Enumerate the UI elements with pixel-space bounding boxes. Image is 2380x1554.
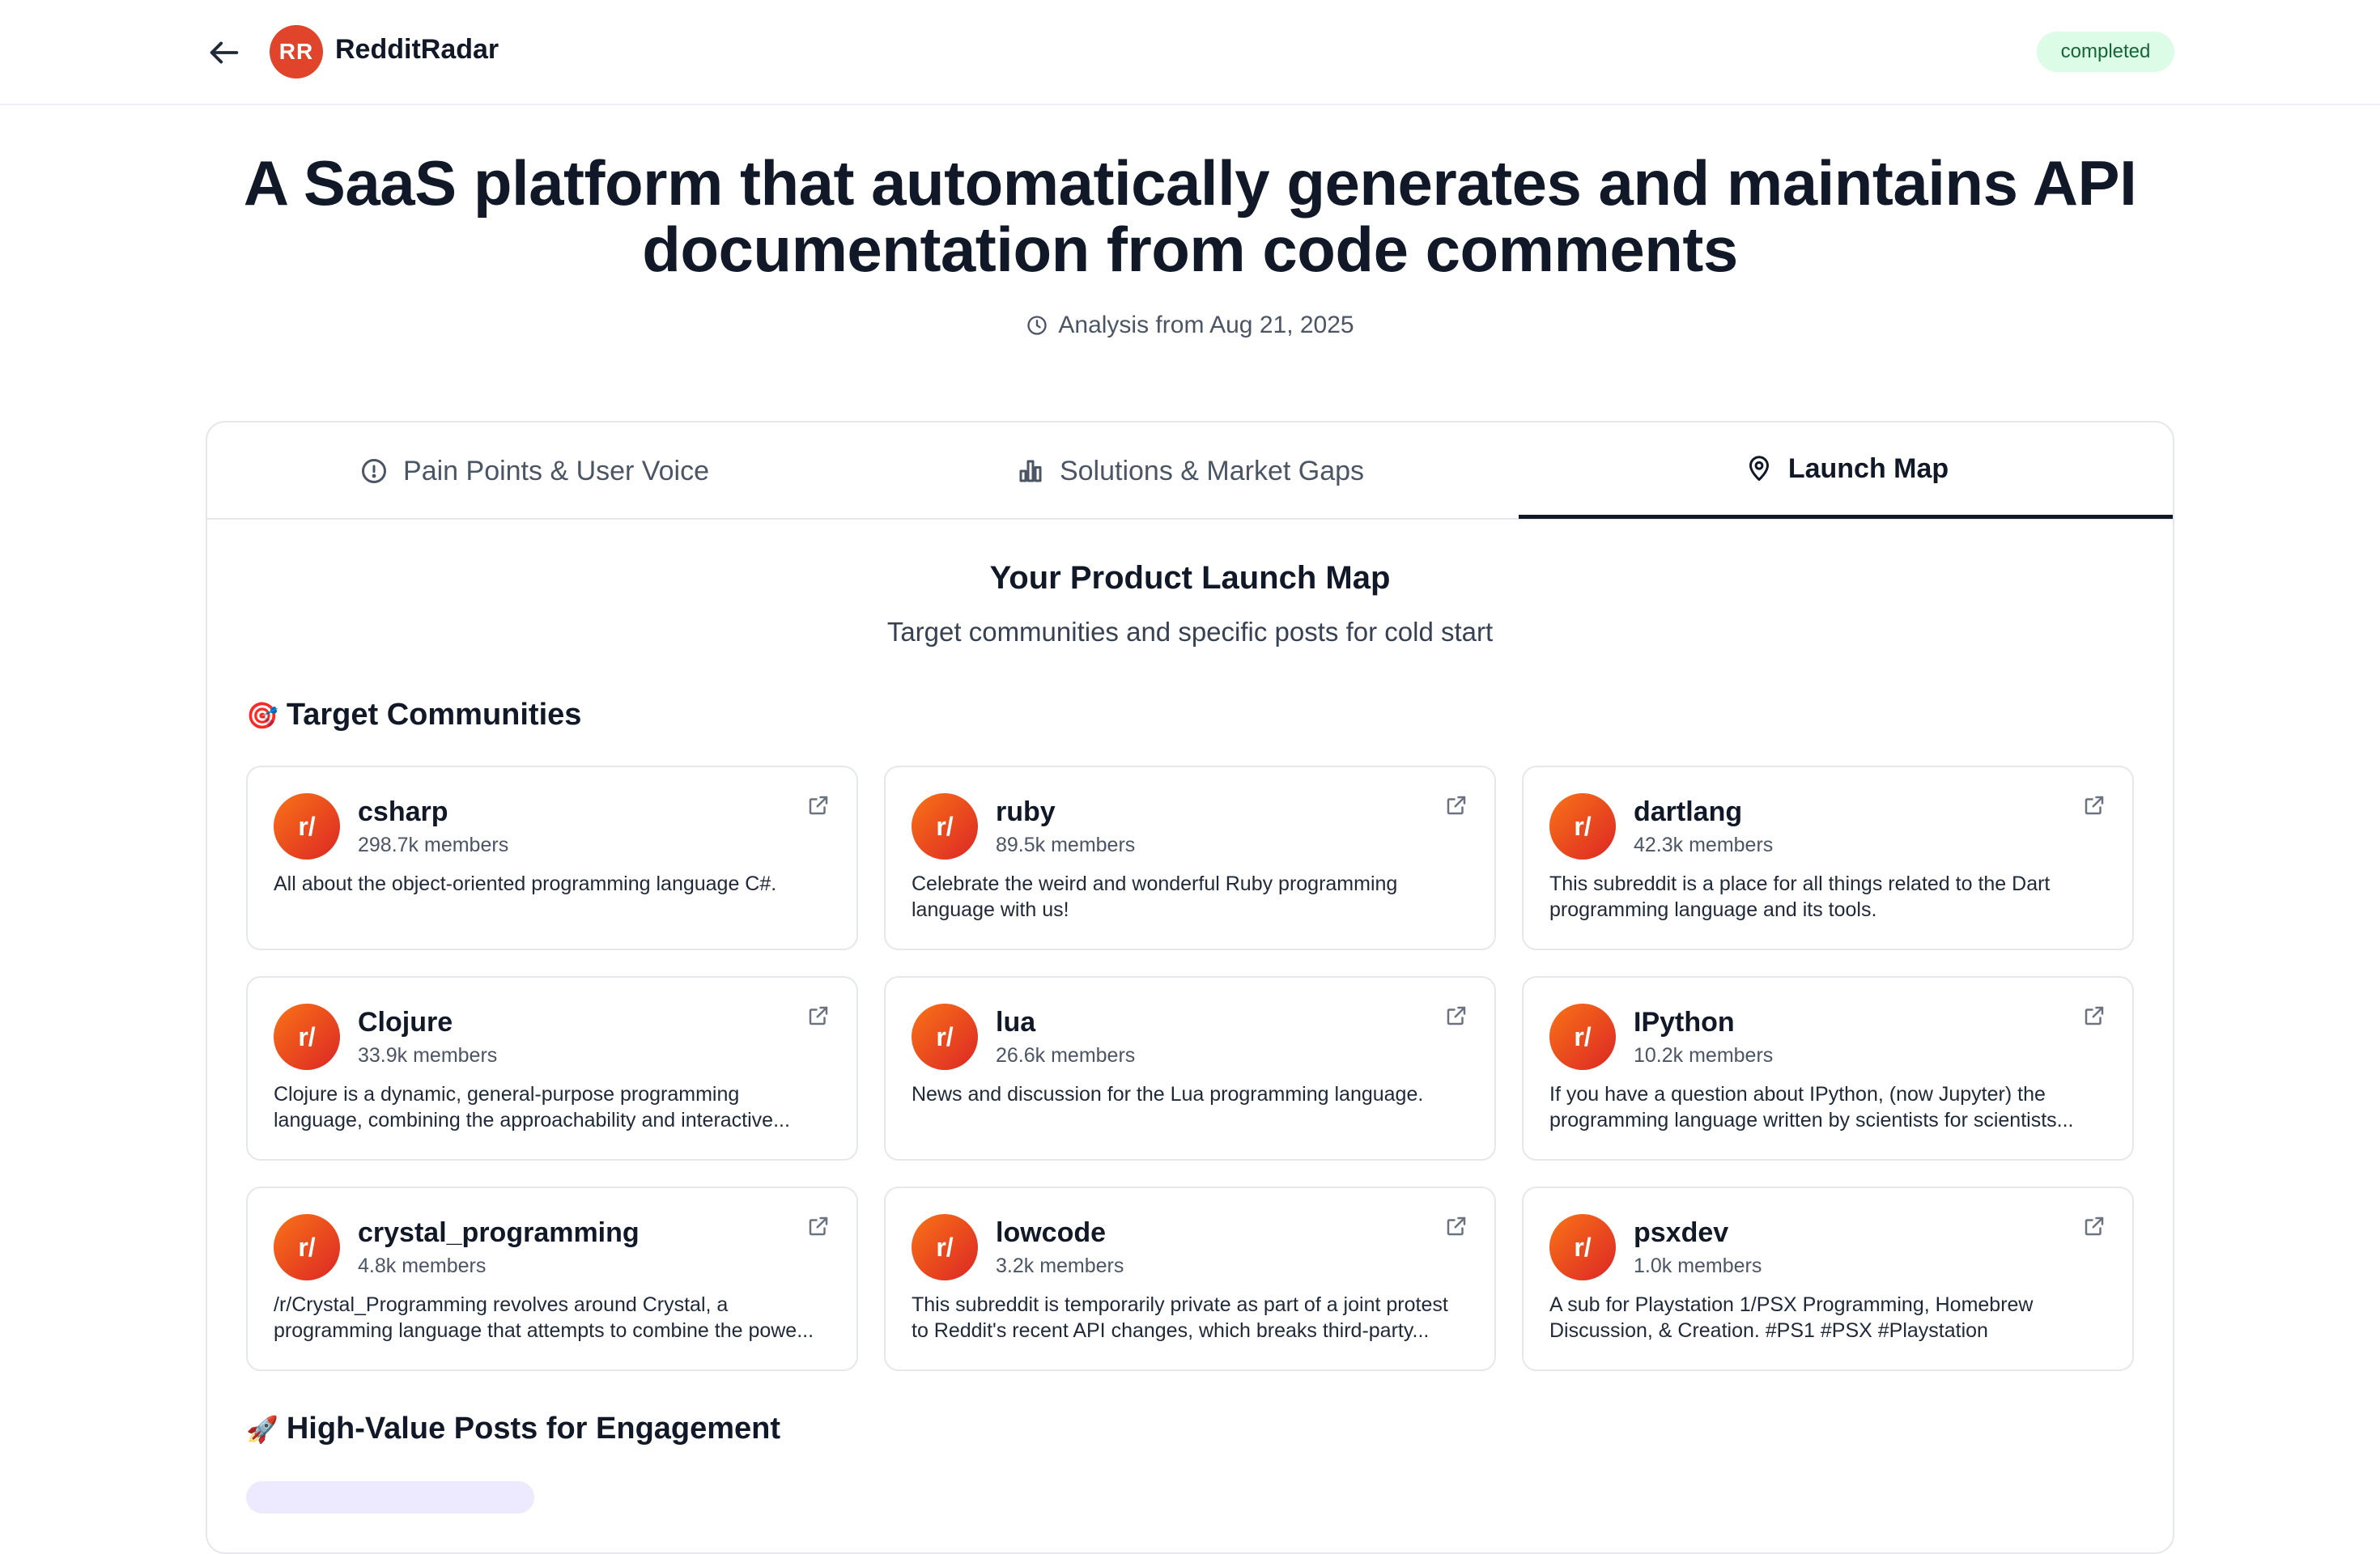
community-description: This subreddit is a place for all things… <box>1549 873 2051 921</box>
community-card[interactable]: r/ Clojure 33.9k members Clojure is a dy… <box>246 976 858 1161</box>
analysis-date-text: Analysis from Aug 21, 2025 <box>1058 312 1354 338</box>
community-name: lua <box>996 1007 1036 1038</box>
brand-logo: RR <box>270 25 323 79</box>
community-avatar: r/ <box>274 1004 340 1070</box>
community-members: 4.8k members <box>358 1255 487 1277</box>
alert-circle-icon <box>362 459 387 483</box>
community-avatar: r/ <box>1549 1214 1616 1280</box>
launch-map-subtitle: Target communities and specific posts fo… <box>886 617 1494 647</box>
community-name: crystal_programming <box>358 1217 640 1248</box>
tab-label: Launch Map <box>1787 452 1949 484</box>
top-bar: RR RedditRadar completed <box>0 0 2380 105</box>
community-avatar: r/ <box>912 793 978 860</box>
community-description: A sub for Playstation 1/PSX Programming,… <box>1549 1293 2034 1342</box>
tab-label: Solutions & Market Gaps <box>1059 455 1365 486</box>
community-name: psxdev <box>1634 1217 1729 1248</box>
community-description: /r/Crystal_Programming revolves around C… <box>274 1293 814 1342</box>
status-badge: completed <box>2037 32 2174 72</box>
community-description: Celebrate the weird and wonderful Ruby p… <box>912 873 1398 921</box>
launch-map-title: Your Product Launch Map <box>989 560 1391 596</box>
tab-solutions[interactable]: Solutions & Market Gaps <box>861 422 1519 520</box>
tab-pain-points[interactable]: Pain Points & User Voice <box>207 422 861 520</box>
community-card[interactable]: r/ csharp 298.7k members All about the o… <box>246 766 858 950</box>
post-filter-pill[interactable] <box>246 1481 534 1514</box>
community-members: 1.0k members <box>1634 1255 1762 1277</box>
community-card[interactable]: r/ psxdev 1.0k members A sub for Playsta… <box>1522 1187 2134 1371</box>
external-link-icon[interactable] <box>1444 793 1468 817</box>
map-pin-icon <box>1749 456 1769 481</box>
external-link-icon[interactable] <box>806 1004 831 1028</box>
community-avatar: r/ <box>912 1214 978 1280</box>
tab-bar: Pain Points & User Voice Solutions & Mar… <box>207 422 2173 520</box>
community-name: dartlang <box>1634 796 1743 827</box>
community-avatar: r/ <box>912 1004 978 1070</box>
community-avatar: r/ <box>274 793 340 860</box>
target-communities-heading: 🎯 Target Communities <box>246 698 581 732</box>
external-link-icon[interactable] <box>2082 793 2106 817</box>
community-name: lowcode <box>996 1217 1107 1248</box>
high-value-posts-heading: 🚀 High-Value Posts for Engagement <box>246 1412 780 1446</box>
community-card[interactable]: r/ ruby 89.5k members Celebrate the weir… <box>884 766 1496 950</box>
community-description: Clojure is a dynamic, general-purpose pr… <box>274 1083 790 1132</box>
analysis-date: Analysis from Aug 21, 2025 <box>0 312 2380 339</box>
community-name: IPython <box>1634 1007 1735 1038</box>
page-title: A SaaS platform that automatically gener… <box>243 147 2137 285</box>
rocket-icon: 🚀 <box>246 1414 278 1444</box>
clock-icon <box>1027 316 1048 335</box>
analysis-panel: Pain Points & User Voice Solutions & Mar… <box>206 421 2174 1554</box>
community-members: 10.2k members <box>1634 1044 1774 1067</box>
high-value-posts-title: High-Value Posts for Engagement <box>286 1412 781 1446</box>
external-link-icon[interactable] <box>1444 1214 1468 1238</box>
brand-name: RedditRadar <box>335 34 499 65</box>
community-members: 33.9k members <box>358 1044 498 1067</box>
community-description: This subreddit is temporarily private as… <box>912 1293 1448 1342</box>
external-link-icon[interactable] <box>806 1214 831 1238</box>
community-card[interactable]: r/ lua 26.6k members News and discussion… <box>884 976 1496 1161</box>
community-members: 42.3k members <box>1634 834 1774 856</box>
community-members: 3.2k members <box>996 1255 1124 1277</box>
community-description: If you have a question about IPython, (n… <box>1549 1083 2074 1132</box>
community-name: ruby <box>996 796 1056 827</box>
community-description: News and discussion for the Lua programm… <box>912 1083 1424 1106</box>
bar-chart-icon <box>1019 460 1042 482</box>
community-avatar: r/ <box>274 1214 340 1280</box>
tab-launch-map[interactable]: Launch Map <box>1519 422 2173 519</box>
external-link-icon[interactable] <box>806 793 831 817</box>
community-name: Clojure <box>358 1007 453 1038</box>
community-members: 298.7k members <box>358 834 509 856</box>
community-card[interactable]: r/ lowcode 3.2k members This subreddit i… <box>884 1187 1496 1371</box>
back-button[interactable] <box>204 32 244 73</box>
community-name: csharp <box>358 796 448 827</box>
community-card[interactable]: r/ crystal_programming 4.8k members /r/C… <box>246 1187 858 1371</box>
community-description: All about the object-oriented programmin… <box>274 873 777 895</box>
community-avatar: r/ <box>1549 1004 1616 1070</box>
target-icon: 🎯 <box>246 700 278 730</box>
community-members: 89.5k members <box>996 834 1136 856</box>
community-card[interactable]: r/ IPython 10.2k members If you have a q… <box>1522 976 2134 1161</box>
external-link-icon[interactable] <box>2082 1004 2106 1028</box>
community-avatar: r/ <box>1549 793 1616 860</box>
community-card[interactable]: r/ dartlang 42.3k members This subreddit… <box>1522 766 2134 950</box>
tab-label: Pain Points & User Voice <box>403 455 709 486</box>
external-link-icon[interactable] <box>1444 1004 1468 1028</box>
arrow-left-icon <box>210 41 239 64</box>
target-communities-title: Target Communities <box>286 698 582 732</box>
external-link-icon[interactable] <box>2082 1214 2106 1238</box>
community-members: 26.6k members <box>996 1044 1136 1067</box>
